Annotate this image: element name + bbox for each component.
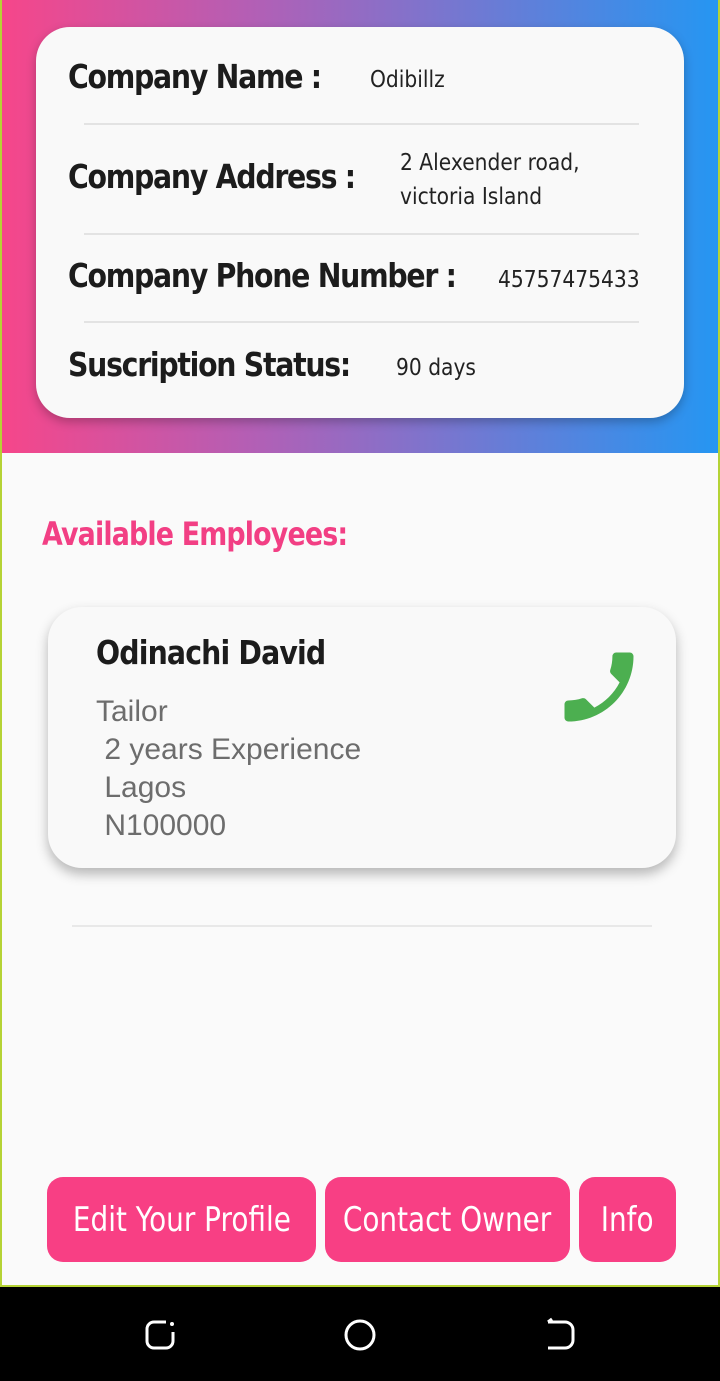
- employee-experience: 2 years Experience: [96, 733, 362, 766]
- company-info-card: Company Name : Odibillz Company Address …: [36, 27, 684, 418]
- edit-profile-label: Edit Your Profile: [72, 1199, 291, 1240]
- employee-name: Odinachi David: [96, 633, 326, 672]
- employee-location: Lagos: [96, 771, 187, 804]
- available-employees-title: Available Employees:: [42, 515, 348, 553]
- company-phone-value: 45757475433: [498, 267, 640, 293]
- back-icon: [547, 1317, 575, 1350]
- home-icon: [344, 1319, 376, 1351]
- phone-icon: [564, 652, 634, 722]
- edit-profile-button[interactable]: Edit Your Profile: [47, 1177, 316, 1262]
- company-name-value: Odibillz: [370, 67, 445, 93]
- list-divider: [72, 925, 652, 927]
- employee-role: Tailor: [96, 695, 168, 728]
- divider: [84, 233, 639, 235]
- contact-owner-button[interactable]: Contact Owner: [325, 1177, 570, 1262]
- employee-salary: N100000: [96, 809, 227, 842]
- recent-apps-button[interactable]: [138, 1313, 182, 1357]
- divider: [84, 321, 639, 323]
- divider: [84, 123, 639, 125]
- contact-owner-label: Contact Owner: [343, 1199, 552, 1240]
- call-employee-button[interactable]: [551, 641, 647, 733]
- company-address-line1: 2 Alexender road,: [400, 150, 580, 176]
- employee-card[interactable]: Odinachi David Tailor 2 years Experience…: [48, 607, 676, 868]
- company-phone-label: Company Phone Number :: [68, 256, 457, 295]
- app-screen: Company Name : Odibillz Company Address …: [0, 0, 720, 1287]
- company-address-label: Company Address :: [68, 157, 356, 196]
- info-label: Info: [601, 1199, 654, 1240]
- info-button[interactable]: Info: [579, 1177, 676, 1262]
- company-name-label: Company Name :: [68, 57, 322, 96]
- home-button[interactable]: [338, 1313, 382, 1357]
- recent-apps-icon: [145, 1320, 175, 1350]
- subscription-status-value: 90 days: [396, 355, 476, 381]
- subscription-status-label: Suscription Status:: [68, 345, 351, 384]
- company-address-line2: victoria Island: [400, 184, 543, 210]
- system-navigation-bar: [0, 1287, 720, 1381]
- back-button[interactable]: [538, 1313, 582, 1357]
